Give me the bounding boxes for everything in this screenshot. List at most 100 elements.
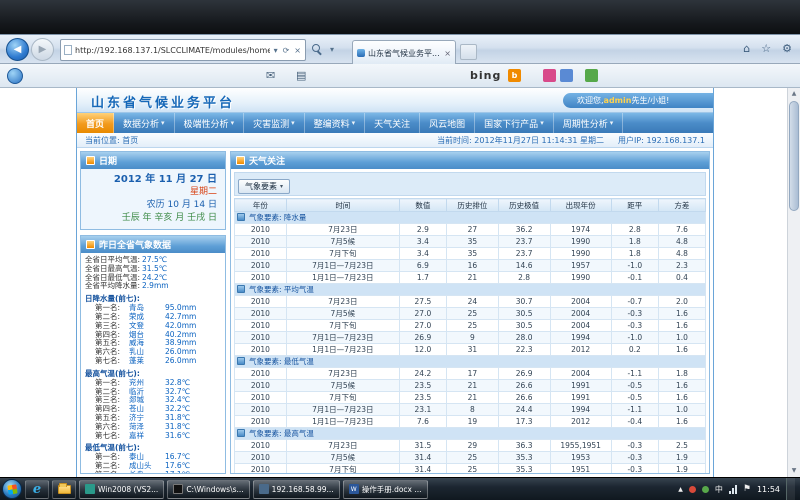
group-cell: 气象要素: 平均气温 <box>235 284 706 296</box>
column-header: 数值 <box>399 199 446 212</box>
collapse-icon[interactable] <box>237 429 245 437</box>
table-row: 20107月5候27.02530.52004-0.31.6 <box>235 308 706 320</box>
table-cell: 7月23日 <box>286 368 399 380</box>
show-hidden-icons[interactable]: ▲ <box>678 486 683 493</box>
language-indicator[interactable]: 中 <box>715 484 723 495</box>
action-center-flag-icon[interactable]: ⚑ <box>743 484 751 494</box>
taskbar-app-button[interactable]: C:\Windows\s... <box>167 480 249 499</box>
taskbar-app-button[interactable]: Win2008 (VS2... <box>79 480 164 499</box>
table-cell: 1.8 <box>611 248 658 260</box>
menu-item[interactable]: 周期性分析▾ <box>554 113 624 133</box>
start-button[interactable] <box>2 479 22 499</box>
menu-item[interactable]: 首页 <box>77 113 114 133</box>
toolbar-blue-icon[interactable] <box>560 69 573 82</box>
scroll-up-icon[interactable]: ▲ <box>788 88 800 100</box>
menu-item[interactable]: 天气关注 <box>365 113 420 133</box>
weather-panel-title: 昨日全省气象数据 <box>99 238 171 251</box>
table-cell: 26.6 <box>498 392 550 404</box>
stop-icon[interactable]: × <box>293 46 302 55</box>
table-cell: 1957 <box>550 260 611 272</box>
table-row: 20107月下旬23.52126.61991-0.51.6 <box>235 392 706 404</box>
tab-title: 山东省气候业务平... <box>368 48 441 59</box>
table-group-row[interactable]: 气象要素: 最低气温 <box>235 356 706 368</box>
collapse-icon[interactable] <box>237 213 245 221</box>
app-label: 192.168.58.99... <box>272 485 334 494</box>
menu-item-label: 数据分析 <box>123 117 159 130</box>
table-cell: 1月1日—7月23日 <box>286 272 399 284</box>
table-cell: 36.3 <box>498 440 550 452</box>
bing-b-icon[interactable]: b <box>508 69 521 82</box>
taskbar-explorer-button[interactable] <box>52 480 76 499</box>
table-cell: 7月下旬 <box>286 392 399 404</box>
table-group-row[interactable]: 气象要素: 降水量 <box>235 212 706 224</box>
column-header: 时间 <box>286 199 399 212</box>
taskbar-app-button[interactable]: W操作手册.docx ... <box>343 480 428 499</box>
welcome-prefix: 欢迎您, <box>577 96 604 105</box>
menu-item[interactable]: 国家下行产品▾ <box>475 113 554 133</box>
address-dropdown-icon[interactable]: ▾ <box>273 46 279 55</box>
toolbar-pink-icon[interactable] <box>543 69 556 82</box>
table-cell: 1974 <box>550 224 611 236</box>
menu-item[interactable]: 数据分析▾ <box>114 113 175 133</box>
search-dropdown-icon[interactable]: ▾ <box>329 45 335 54</box>
refresh-icon[interactable]: ⟳ <box>282 46 291 55</box>
toolbar-green-icon[interactable] <box>585 69 598 82</box>
tray-red-icon[interactable] <box>689 486 696 493</box>
settings-icon[interactable]: ⚙ <box>782 42 792 55</box>
address-bar[interactable]: http://192.168.137.1/SLCCLIMATE/modules/… <box>60 39 306 61</box>
home-icon[interactable]: ⌂ <box>743 42 750 55</box>
table-cell: -0.3 <box>611 452 658 464</box>
collapse-icon[interactable] <box>237 285 245 293</box>
element-filter-button[interactable]: 气象要素 ▾ <box>238 179 290 194</box>
table-cell: 1955,1951 <box>550 440 611 452</box>
document-icon[interactable]: ▤ <box>296 69 306 82</box>
table-cell: 2010 <box>235 320 287 332</box>
network-icon[interactable] <box>729 485 737 494</box>
table-cell: 30.7 <box>498 296 550 308</box>
taskbar-clock[interactable]: 11:54 <box>757 485 780 494</box>
menu-item[interactable]: 风云地图 <box>420 113 475 133</box>
weather-focus-header: 天气关注 <box>231 152 709 169</box>
menu-item[interactable]: 极端性分析▾ <box>175 113 245 133</box>
weather-panel-header: 昨日全省气象数据 <box>81 236 225 253</box>
weather-rank-sections: 日降水量(前七):第一名:青岛95.0mm第二名:荣成42.7mm第三名:文登4… <box>85 294 221 473</box>
collapse-icon[interactable] <box>237 357 245 365</box>
menu-item[interactable]: 整编资料▾ <box>305 113 366 133</box>
chevron-down-icon: ▾ <box>291 119 295 127</box>
vertical-scrollbar[interactable]: ▲ ▼ <box>787 88 800 477</box>
taskbar-ie-button[interactable]: e <box>25 480 49 499</box>
search-icon[interactable] <box>312 44 323 55</box>
group-label: 气象要素: 降水量 <box>249 213 306 222</box>
menu-item[interactable]: 灾害监测▾ <box>244 113 305 133</box>
taskbar-app-button[interactable]: 192.168.58.99... <box>253 480 340 499</box>
scrollbar-thumb[interactable] <box>789 101 799 211</box>
tab-close-icon[interactable]: × <box>444 49 451 58</box>
table-group-row[interactable]: 气象要素: 最高气温 <box>235 428 706 440</box>
group-cell: 气象要素: 降水量 <box>235 212 706 224</box>
weather-panel-body: 全省日平均气温:27.5℃全省日最高气温:31.5℃全省日最低气温:24.2℃全… <box>81 253 225 473</box>
table-group-row[interactable]: 气象要素: 平均气温 <box>235 284 706 296</box>
rank-station: 蓬莱 <box>129 357 165 366</box>
scroll-down-icon[interactable]: ▼ <box>788 465 800 477</box>
app-icon <box>85 484 95 494</box>
bing-logo[interactable]: bing <box>470 69 501 82</box>
table-row: 20107月5候23.52126.61991-0.51.6 <box>235 380 706 392</box>
table-row: 20107月5候3.43523.719901.84.8 <box>235 236 706 248</box>
current-time-label: 当前时间: 2012年11月27日 11:14:31 星期二 <box>437 135 604 146</box>
menu-item-label: 极端性分析 <box>184 117 229 130</box>
new-tab-button[interactable] <box>460 44 477 60</box>
mail-icon[interactable]: ✉ <box>266 69 275 82</box>
table-cell: 16 <box>446 260 498 272</box>
tray-green-icon[interactable] <box>702 486 709 493</box>
table-cell: 7月5候 <box>286 380 399 392</box>
browser-back-button[interactable]: ◀ <box>6 38 29 61</box>
browser-tab[interactable]: 山东省气候业务平... × <box>352 40 456 65</box>
group-cell: 气象要素: 最低气温 <box>235 356 706 368</box>
browser-forward-button[interactable]: ▶ <box>31 38 54 61</box>
windows-flag-icon <box>7 484 17 494</box>
show-desktop-button[interactable] <box>786 478 795 500</box>
favorites-icon[interactable]: ☆ <box>761 42 771 55</box>
toolbar-app-icon[interactable] <box>7 68 23 84</box>
table-cell: 12.0 <box>399 344 446 356</box>
group-label: 气象要素: 最高气温 <box>249 429 314 438</box>
